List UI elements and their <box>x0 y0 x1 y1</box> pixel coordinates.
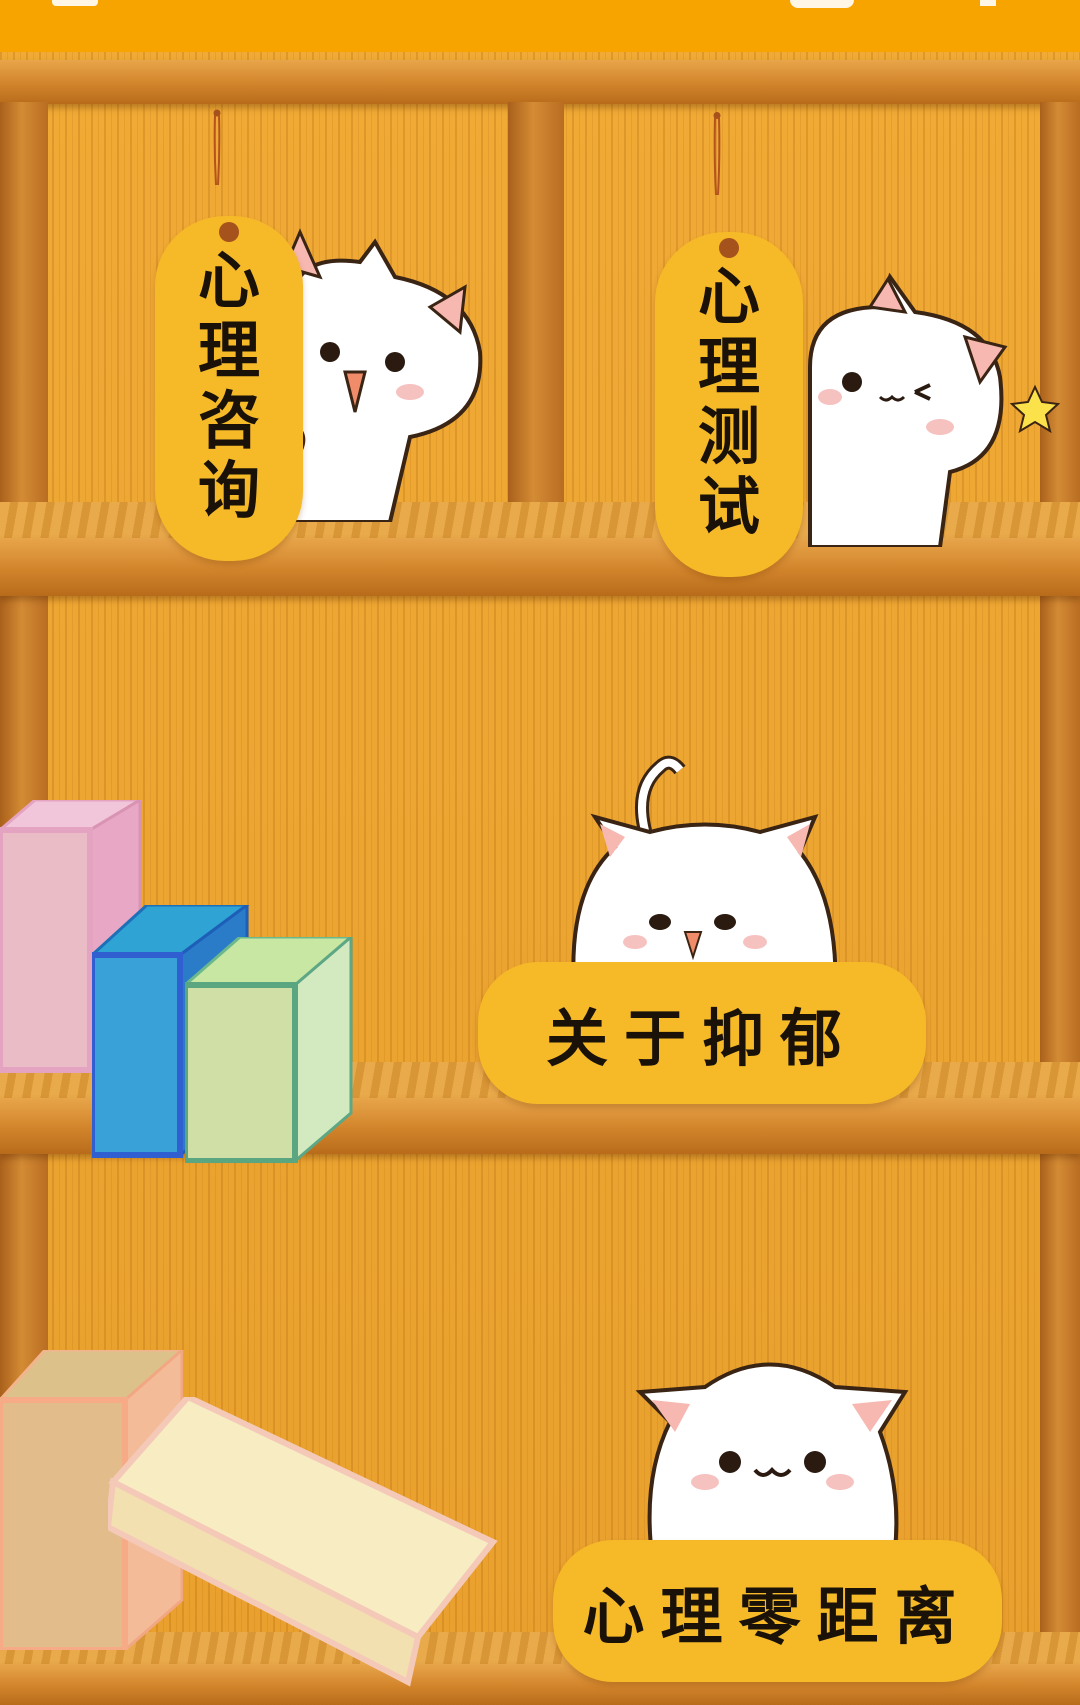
menu-counseling-label: 心理咨询 <box>197 244 260 527</box>
shelf-post-middle <box>508 102 564 542</box>
hanging-string <box>713 112 721 196</box>
signal-icon <box>52 0 98 6</box>
menu-test-button[interactable]: 心理测试 <box>655 232 803 577</box>
bookshelf-background: 心理咨询 心理测试 关于抑郁 心理零距离 <box>0 52 1080 1705</box>
shelf-top <box>0 60 1080 104</box>
cat-peeking-icon <box>282 228 483 522</box>
green-book <box>185 937 354 1163</box>
menu-zero-distance-button[interactable]: 心理零距离 <box>553 1540 1002 1682</box>
menu-zero-distance-label: 心理零距离 <box>582 1580 973 1653</box>
battery-icon <box>790 0 854 8</box>
menu-icon <box>980 0 996 6</box>
cat-winking-icon <box>808 272 1060 547</box>
menu-about-depression-label: 关于抑郁 <box>545 1002 858 1075</box>
menu-about-depression-button[interactable]: 关于抑郁 <box>478 962 926 1104</box>
cream-book <box>108 1397 498 1687</box>
tag-hole <box>719 238 739 258</box>
menu-counseling-button[interactable]: 心理咨询 <box>155 216 303 561</box>
tag-hole <box>219 222 239 242</box>
menu-test-label: 心理测试 <box>697 260 760 543</box>
status-bar <box>0 0 1080 52</box>
hanging-string <box>213 109 221 186</box>
